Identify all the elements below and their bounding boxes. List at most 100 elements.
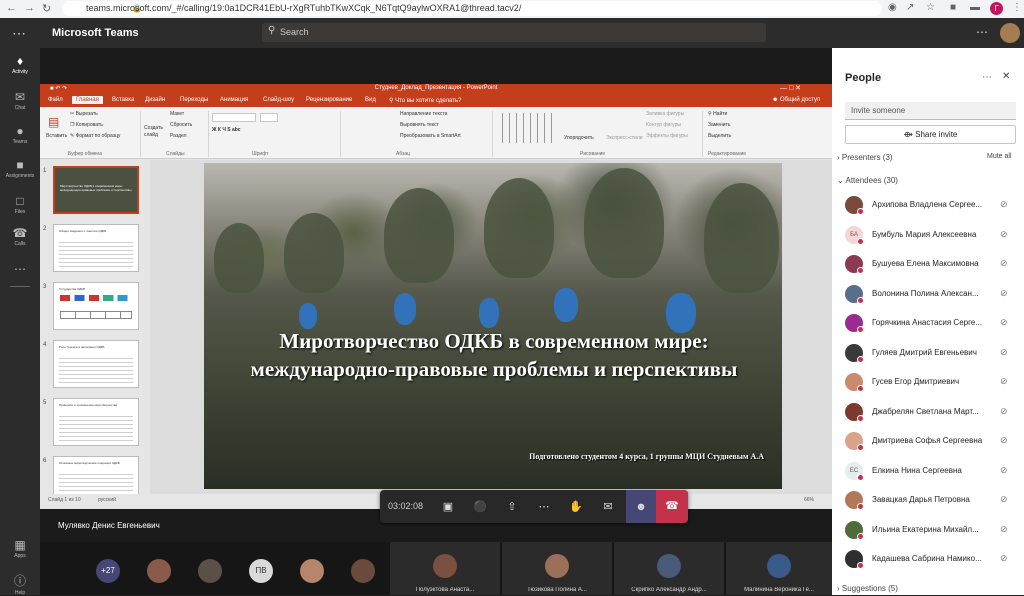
app-title: Microsoft Teams bbox=[52, 27, 139, 39]
mic-muted-icon[interactable]: ⊘ bbox=[1000, 288, 1008, 299]
rail-item-help[interactable]: ⓘ Help bbox=[0, 572, 40, 596]
search-input[interactable]: ⚲ Search bbox=[262, 23, 766, 42]
mic-muted-icon[interactable]: ⊘ bbox=[1000, 317, 1008, 328]
overflow-participants-badge[interactable]: +27 bbox=[96, 559, 120, 583]
more-options-icon[interactable]: ⋯ bbox=[982, 72, 992, 83]
more-actions-icon[interactable]: ⋯ bbox=[534, 498, 554, 516]
attendee-row[interactable]: Кадашева Сабрина Намико... ⊘ bbox=[832, 546, 1024, 575]
ppt-tell-me: ⚲ Что вы хотите сделать? bbox=[389, 98, 462, 104]
reading-list-icon[interactable]: ▬ bbox=[970, 2, 980, 13]
attendee-row[interactable]: Бушуева Елена Максимовна ⊘ bbox=[832, 251, 1024, 280]
rail-label: Activity bbox=[12, 69, 28, 75]
chat-icon[interactable]: ✉ bbox=[598, 498, 618, 516]
bookmark-star-icon[interactable]: ☆ bbox=[926, 2, 935, 13]
rail-label: Apps bbox=[14, 553, 26, 559]
share-page-icon[interactable]: ↗ bbox=[906, 2, 914, 13]
shared-screen-powerpoint: ■ ↶ ↷ Студнев_Доклад_Презентация - Power… bbox=[40, 84, 832, 509]
rail-item-chat[interactable]: ✉ Chat bbox=[0, 90, 40, 111]
ppt-tab: Вид bbox=[365, 97, 376, 103]
attendee-row[interactable]: Джабрелян Светлана Март... ⊘ bbox=[832, 399, 1024, 428]
mic-muted-icon[interactable]: ⊘ bbox=[1000, 465, 1008, 476]
mic-muted-icon[interactable]: ⊘ bbox=[1000, 258, 1008, 269]
rail-item-activity[interactable]: ♦ Activity bbox=[0, 54, 40, 75]
extensions-icon[interactable]: ■ bbox=[950, 2, 956, 13]
rail-item-apps[interactable]: ▦ Apps bbox=[0, 538, 40, 559]
user-avatar[interactable] bbox=[1000, 23, 1020, 43]
slide-thumbnail: Общие сведения о понятии ОДКБ bbox=[53, 224, 139, 272]
rail-label: Teams bbox=[12, 139, 28, 145]
raise-hand-icon[interactable]: ✋ bbox=[566, 498, 586, 516]
attendee-row[interactable]: БА Бумбуль Мария Алексеевна ⊘ bbox=[832, 222, 1024, 251]
thumb-number: 1 bbox=[43, 168, 47, 174]
attendee-row[interactable]: Гуляев Дмитрий Евгеньевич ⊘ bbox=[832, 340, 1024, 369]
app-launcher-icon[interactable]: ⋯ bbox=[12, 25, 26, 42]
rail-item-teams[interactable]: ● Teams bbox=[0, 124, 40, 145]
share-invite-button[interactable]: ⟴ Share invite bbox=[845, 125, 1016, 144]
attendee-name: Гусев Егор Дмитриевич bbox=[872, 377, 960, 386]
mic-muted-icon[interactable]: ⊘ bbox=[1000, 494, 1008, 505]
participant-avatar bbox=[545, 554, 569, 578]
rail-item-files[interactable]: □ Files bbox=[0, 194, 40, 215]
thumb-number: 5 bbox=[43, 400, 47, 406]
ppt-smartart: Преобразовать в SmartArt bbox=[400, 133, 461, 139]
microphone-icon[interactable]: ⚫ bbox=[470, 498, 490, 516]
attendee-row[interactable]: ЕС Елкина Нина Сергеевна ⊘ bbox=[832, 458, 1024, 487]
mic-muted-icon[interactable]: ⊘ bbox=[1000, 406, 1008, 417]
attendee-row[interactable]: Волонина Полина Алексан... ⊘ bbox=[832, 281, 1024, 310]
rail-more-icon[interactable]: ⋯ bbox=[0, 262, 40, 276]
mic-muted-icon[interactable]: ⊘ bbox=[1000, 553, 1008, 564]
ppt-select: Выделить bbox=[708, 133, 732, 139]
mic-muted-icon[interactable]: ⊘ bbox=[1000, 347, 1008, 358]
hang-up-button[interactable]: ☎ bbox=[656, 490, 688, 523]
ribbon-divider bbox=[492, 111, 493, 157]
mic-muted-icon[interactable]: ⊘ bbox=[1000, 376, 1008, 387]
people-button[interactable]: ☻ bbox=[626, 490, 656, 523]
attendee-row[interactable]: Дмитриева Софья Сергеевна ⊘ bbox=[832, 428, 1024, 457]
mic-muted-icon[interactable]: ⊘ bbox=[1000, 199, 1008, 210]
ppt-find: ⚲ Найти bbox=[708, 111, 728, 117]
rail-label: Help bbox=[14, 590, 26, 596]
presenters-label: Presenters (3) bbox=[841, 153, 893, 162]
camera-off-icon[interactable]: ▣ bbox=[438, 498, 458, 516]
camera-icon[interactable]: ◉ bbox=[888, 2, 897, 13]
attendee-row[interactable]: Ильина Екатерина Михайл... ⊘ bbox=[832, 517, 1024, 546]
presenters-section[interactable]: › Presenters (3) bbox=[837, 153, 893, 162]
suggestions-section[interactable]: › Suggestions (5) bbox=[837, 584, 898, 593]
attendee-row[interactable]: Гусев Егор Дмитриевич ⊘ bbox=[832, 369, 1024, 398]
mic-muted-icon[interactable]: ⊘ bbox=[1000, 435, 1008, 446]
browser-menu-icon[interactable]: ⋮ bbox=[1012, 2, 1022, 13]
thumb-title: Принципы и применение миротворчества bbox=[59, 403, 118, 407]
attendee-name: Бушуева Елена Максимовна bbox=[872, 259, 979, 268]
share-screen-icon[interactable]: ⇧ bbox=[502, 498, 522, 516]
ppt-find-label: Найти bbox=[713, 111, 728, 117]
mic-muted-icon[interactable]: ⊘ bbox=[1000, 229, 1008, 240]
participant-tile: Скрипко Александр Андр... bbox=[614, 542, 724, 595]
attendee-name: Гуляев Дмитрий Евгеньевич bbox=[872, 347, 977, 357]
ppt-window-title: Студнев_Доклад_Презентация - PowerPoint bbox=[374, 85, 498, 91]
attendee-row[interactable]: Архипова Владлена Сергее... ⊘ bbox=[832, 192, 1024, 221]
attendee-name: Ильина Екатерина Михайл... bbox=[872, 524, 979, 534]
browser-profile-avatar[interactable]: Г bbox=[990, 2, 1003, 15]
rail-item-assignments[interactable]: ■ Assignments bbox=[0, 158, 40, 179]
slide-photo-patch bbox=[394, 293, 416, 325]
app-rail: ♦ Activity ✉ Chat ● Teams ■ Assignments … bbox=[0, 48, 40, 596]
invite-input[interactable]: Invite someone bbox=[845, 102, 1016, 120]
mute-all-button[interactable]: Mute all bbox=[987, 153, 1012, 160]
attendee-row[interactable]: Завацкая Дарья Петровна ⊘ bbox=[832, 487, 1024, 516]
presence-dot bbox=[857, 267, 864, 274]
reload-icon[interactable]: ↻ bbox=[42, 2, 51, 15]
participant-avatar bbox=[657, 554, 681, 578]
attendee-row[interactable]: Горячкина Анастасия Серге... ⊘ bbox=[832, 310, 1024, 339]
back-arrow-icon[interactable]: ← bbox=[6, 2, 17, 14]
mic-muted-icon[interactable]: ⊘ bbox=[1000, 524, 1008, 535]
ppt-tab: Рецензирование bbox=[306, 97, 353, 103]
more-options-icon[interactable]: ⋯ bbox=[976, 25, 988, 39]
thumb-number: 2 bbox=[43, 226, 47, 232]
url-text[interactable]: teams.microsoft.com/_#/calling/19:0a1DCR… bbox=[86, 3, 521, 13]
ppt-slide-count: Слайд 1 из 10 bbox=[48, 497, 81, 503]
close-icon[interactable]: ✕ bbox=[1002, 71, 1010, 82]
attendees-section[interactable]: ⌄ Attendees (30) bbox=[837, 176, 898, 185]
ppt-copy: ❐ Копировать bbox=[70, 122, 103, 128]
forward-arrow-icon[interactable]: → bbox=[24, 2, 35, 14]
rail-item-calls[interactable]: ☎ Calls bbox=[0, 226, 40, 247]
